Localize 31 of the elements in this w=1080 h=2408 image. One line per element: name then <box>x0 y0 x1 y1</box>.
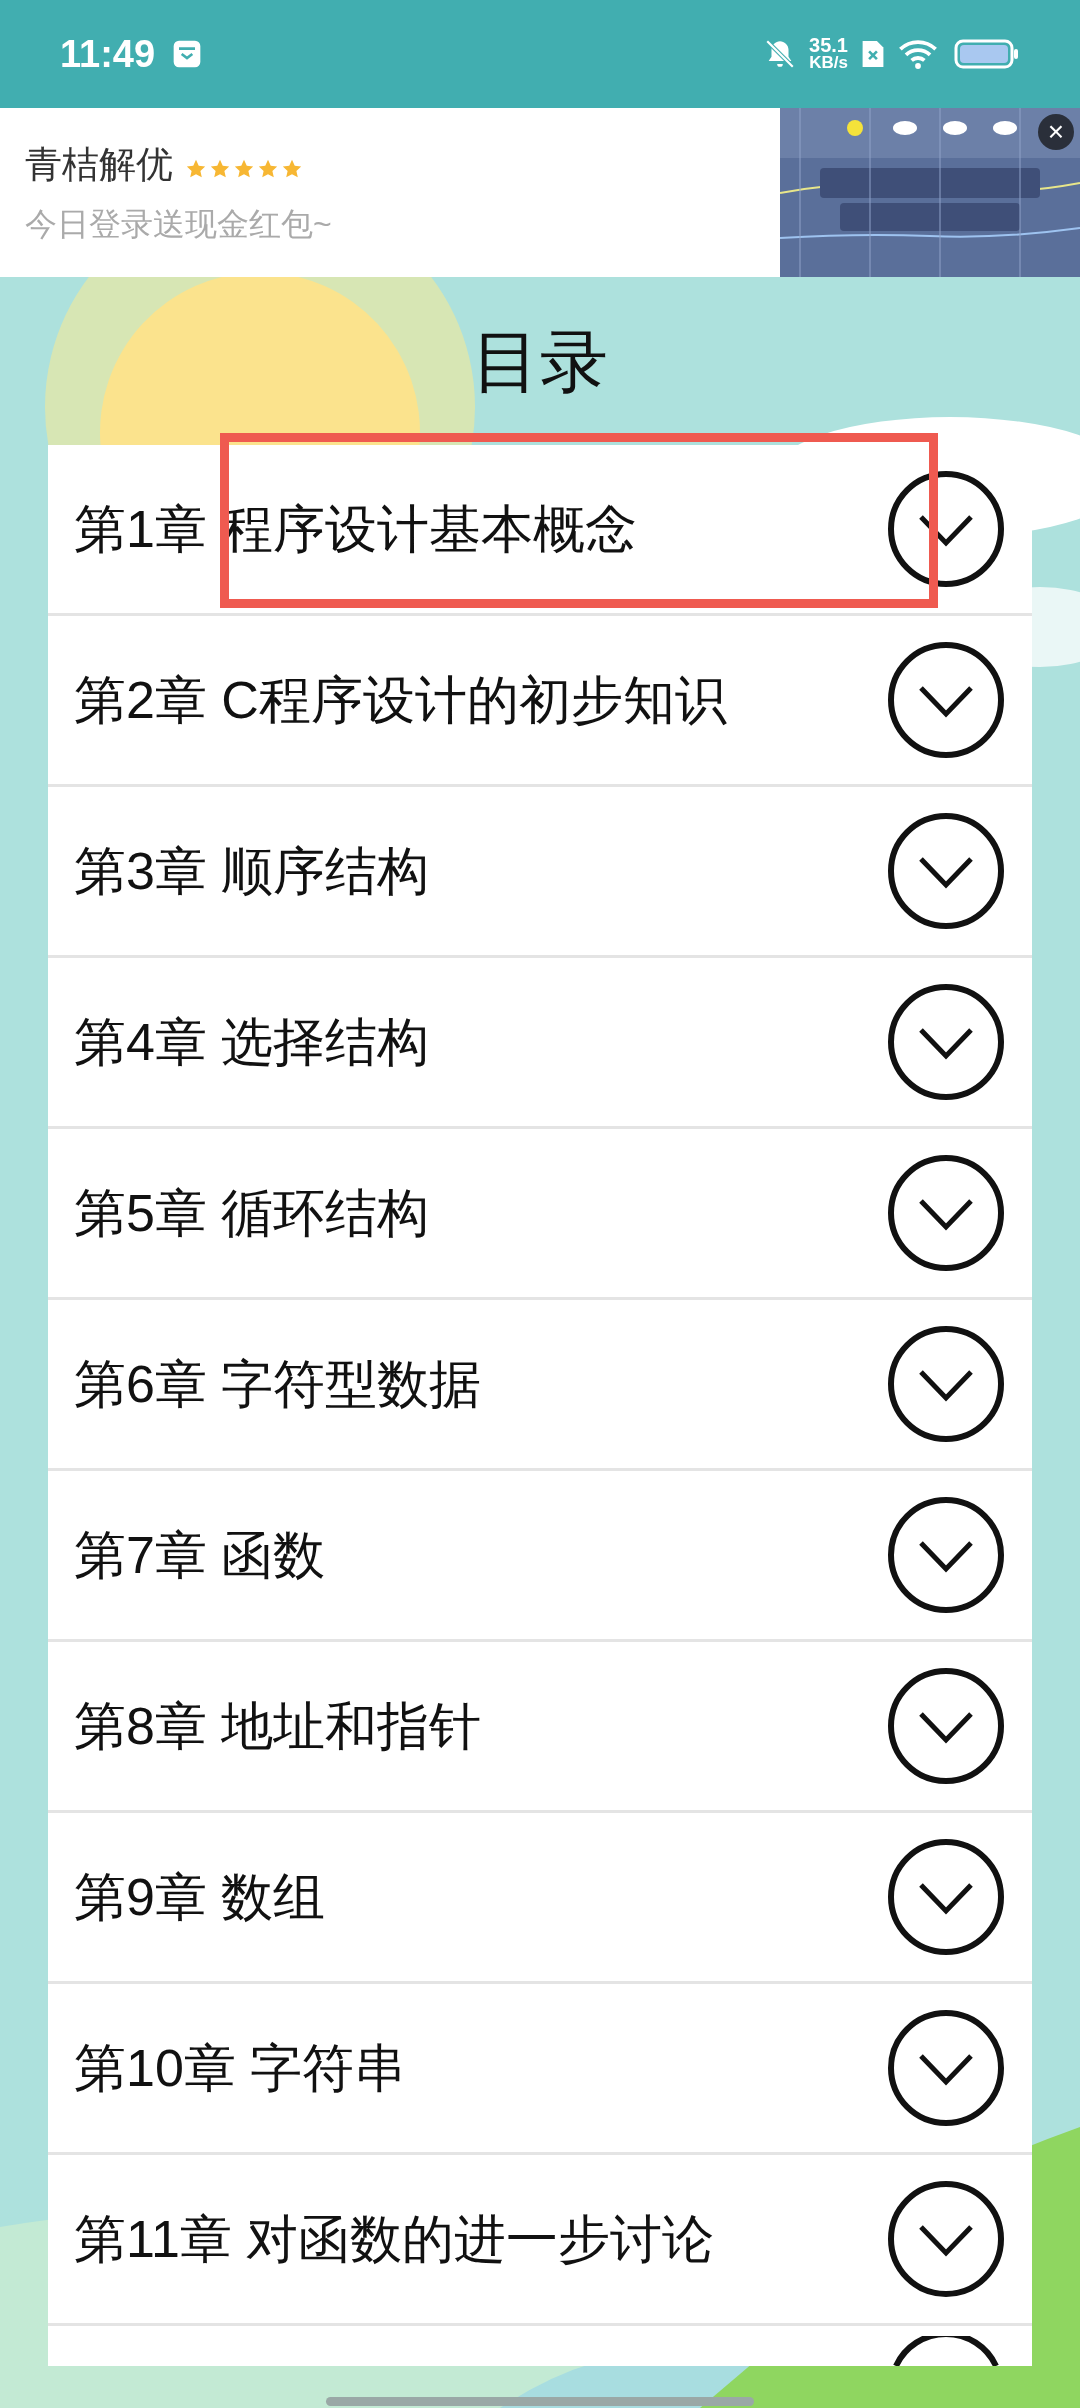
expand-chevron-icon[interactable] <box>886 1666 1006 1786</box>
clock: 11:49 <box>60 31 156 77</box>
speed-unit: KB/s <box>809 54 848 72</box>
ad-banner[interactable]: 青桔解优 今日登录送现金红包~ × <box>0 108 1080 277</box>
chapter-title: 第4章 选择结构 <box>74 1012 430 1073</box>
chapter-title: 第7章 函数 <box>74 1525 326 1586</box>
chapter-title: 第8章 地址和指针 <box>74 1696 482 1757</box>
expand-chevron-icon[interactable] <box>886 1837 1006 1957</box>
chapter-title: 第11章 对函数的进一步讨论 <box>74 2209 715 2270</box>
chapter-title: 第6章 字符型数据 <box>74 1354 482 1415</box>
chapter-title: 第9章 数组 <box>74 1867 326 1928</box>
chapter-title: 第3章 顺序结构 <box>74 841 430 902</box>
expand-chevron-icon[interactable] <box>886 1495 1006 1615</box>
chapter-title: 第5章 循环结构 <box>74 1183 430 1244</box>
expand-chevron-icon[interactable] <box>886 2179 1006 2299</box>
speed-value: 35.1 <box>809 36 848 54</box>
expand-chevron-icon[interactable] <box>886 469 1006 589</box>
chapter-title: 第2章 C程序设计的初步知识 <box>74 670 727 731</box>
expand-chevron-icon[interactable] <box>886 1324 1006 1444</box>
expand-chevron-icon[interactable] <box>886 2008 1006 2128</box>
ad-title: 青桔解优 <box>25 142 173 187</box>
expand-chevron-icon[interactable] <box>886 1153 1006 1273</box>
sim-card-icon <box>860 38 886 70</box>
expand-chevron-icon[interactable] <box>886 811 1006 931</box>
expand-chevron-icon[interactable] <box>886 640 1006 760</box>
expand-chevron-icon[interactable] <box>886 982 1006 1102</box>
wifi-icon <box>898 38 938 70</box>
ad-subtitle: 今日登录送现金红包~ <box>25 205 333 245</box>
chapter-title: 第10章 字符串 <box>74 2038 407 2099</box>
battery-icon <box>954 38 1020 70</box>
page-title: 目录 <box>472 322 608 401</box>
